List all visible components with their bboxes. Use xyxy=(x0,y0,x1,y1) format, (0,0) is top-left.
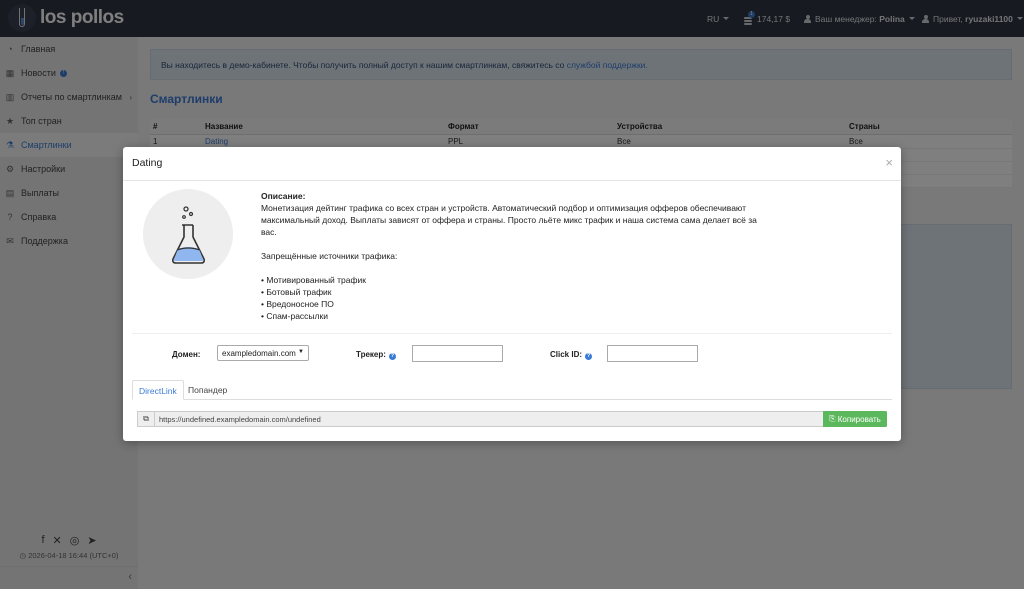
copy-label: Копировать xyxy=(837,414,881,424)
tracker-input[interactable] xyxy=(412,345,503,362)
description-text: Монетизация дейтинг трафика со всех стра… xyxy=(261,203,757,237)
divider xyxy=(123,180,901,181)
clickid-label: Click ID:? xyxy=(550,350,593,360)
domain-select[interactable]: exampledomain.com ▼ xyxy=(217,345,309,361)
clickid-input[interactable] xyxy=(607,345,698,362)
domain-label: Домен: xyxy=(172,350,201,359)
list-item: • Вредоносное ПО xyxy=(261,299,334,309)
copy-button[interactable]: ⎘ Копировать xyxy=(823,411,887,427)
question-icon[interactable]: ? xyxy=(585,353,593,360)
divider xyxy=(132,333,892,334)
domain-value: exampledomain.com xyxy=(222,349,296,358)
flask-illustration xyxy=(143,189,233,279)
tab-popunder[interactable]: Попандер xyxy=(182,380,233,400)
question-icon[interactable]: ? xyxy=(388,353,396,360)
tab-directlink[interactable]: DirectLink xyxy=(132,380,184,400)
description: Описание: Монетизация дейтинг трафика со… xyxy=(261,190,761,322)
chevron-down-icon: ▼ xyxy=(298,349,304,355)
list-item: • Мотивированный трафик xyxy=(261,275,366,285)
tracker-label: Трекер:? xyxy=(356,350,396,360)
list-item: • Ботовый трафик xyxy=(261,287,332,297)
close-icon[interactable]: × xyxy=(885,155,893,170)
smartlink-modal: Dating × Описание: Монетизация дейтинг т… xyxy=(123,147,901,441)
link-settings-form: Домен: exampledomain.com ▼ Трекер:? Clic… xyxy=(123,345,901,365)
modal-title: Dating xyxy=(132,157,163,169)
external-link-icon[interactable]: ⧉ xyxy=(138,412,155,426)
link-type-tabs: DirectLink Попандер xyxy=(132,380,892,400)
url-field[interactable]: ⧉ https://undefined.exampledomain.com/un… xyxy=(137,411,887,427)
copy-icon: ⎘ xyxy=(829,414,838,423)
url-value: https://undefined.exampledomain.com/unde… xyxy=(159,415,321,424)
forbidden-title: Запрещённые источники трафика: xyxy=(261,251,398,261)
description-label: Описание: xyxy=(261,191,306,201)
list-item: • Спам-рассылки xyxy=(261,311,328,321)
flask-icon xyxy=(172,206,205,264)
